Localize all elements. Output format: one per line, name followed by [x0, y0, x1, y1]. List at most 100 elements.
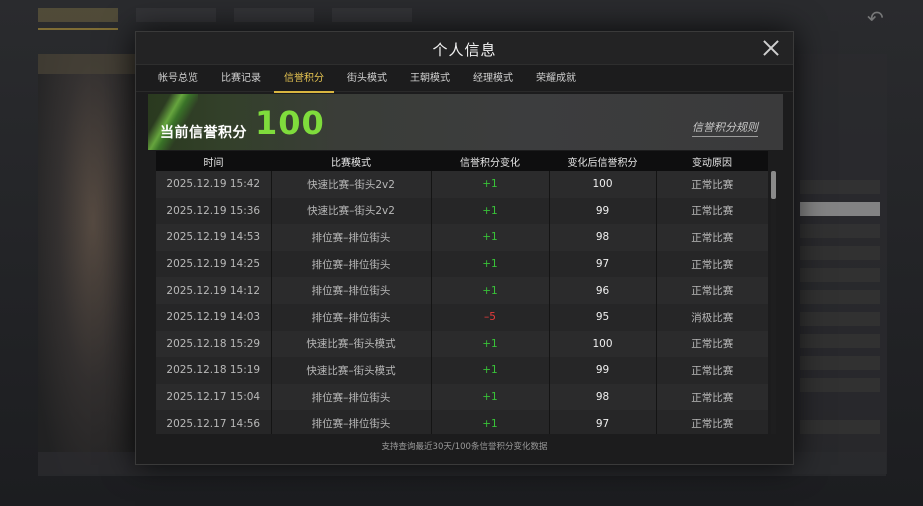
tab-account-overview[interactable]: 帐号总览	[148, 65, 208, 92]
table-row: 2025.12.18 15:19 快速比赛–街头模式 +1 99 正常比赛	[156, 357, 768, 384]
cell-after: 97	[549, 250, 657, 278]
cell-time: 2025.12.17 15:04	[156, 383, 272, 411]
cell-reason: 正常比赛	[656, 330, 768, 358]
cell-change: +1	[431, 171, 550, 198]
table-row: 2025.12.17 15:04 排位赛–排位街头 +1 98 正常比赛	[156, 383, 768, 411]
cell-after: 99	[549, 197, 657, 225]
background-right-row	[800, 224, 880, 238]
background-right-row	[800, 378, 880, 392]
cell-mode: 排位赛–排位街头	[271, 277, 432, 304]
credit-score-value: 100	[255, 104, 325, 142]
cell-after: 99	[549, 357, 657, 384]
cell-change: +1	[431, 277, 550, 304]
tab-honor-achievements[interactable]: 荣耀成就	[526, 65, 586, 92]
header-time: 时间	[156, 151, 271, 171]
cell-reason: 正常比赛	[656, 250, 768, 278]
background-right-row	[800, 312, 880, 326]
background-right-row	[800, 356, 880, 370]
cell-mode: 排位赛–排位街头	[271, 410, 432, 434]
cell-after: 98	[549, 224, 657, 251]
background-nav-tab	[332, 8, 412, 22]
cell-time: 2025.12.19 15:42	[156, 171, 272, 198]
cell-time: 2025.12.19 14:03	[156, 303, 272, 331]
credit-score-banner: 当前信誉积分 100 信誉积分规则	[148, 94, 783, 150]
background-card-tab	[38, 54, 148, 74]
cell-time: 2025.12.17 14:56	[156, 410, 272, 434]
cell-time: 2025.12.19 14:25	[156, 250, 272, 278]
cell-reason: 正常比赛	[656, 171, 768, 198]
modal-header: 个人信息	[136, 32, 793, 65]
table-row: 2025.12.19 15:36 快速比赛–街头2v2 +1 99 正常比赛	[156, 197, 768, 225]
table-row: 2025.12.19 15:42 快速比赛–街头2v2 +1 100 正常比赛	[156, 171, 768, 198]
background-nav-tab	[234, 8, 314, 22]
header-reason: 变动原因	[656, 151, 768, 171]
cell-mode: 快速比赛–街头2v2	[271, 171, 432, 198]
cell-reason: 正常比赛	[656, 383, 768, 411]
cell-change: +1	[431, 383, 550, 411]
cell-change: +1	[431, 410, 550, 434]
cell-time: 2025.12.19 14:53	[156, 224, 272, 251]
cell-change: +1	[431, 250, 550, 278]
credit-rules-link[interactable]: 信誉积分规则	[692, 119, 758, 137]
modal-tabs: 帐号总览 比赛记录 信誉积分 街头模式 王朝模式 经理模式 荣耀成就	[136, 65, 793, 93]
cell-time: 2025.12.19 15:36	[156, 197, 272, 225]
background-nav-underline	[38, 28, 118, 30]
table-row: 2025.12.18 15:29 快速比赛–街头模式 +1 100 正常比赛	[156, 330, 768, 358]
header-mode: 比赛模式	[271, 151, 431, 171]
modal-title: 个人信息	[432, 41, 497, 59]
cell-after: 97	[549, 410, 657, 434]
table-row: 2025.12.19 14:12 排位赛–排位街头 +1 96 正常比赛	[156, 277, 768, 304]
background-nav-tab	[136, 8, 216, 22]
table-row: 2025.12.17 14:56 排位赛–排位街头 +1 97 正常比赛	[156, 410, 768, 434]
cell-reason: 正常比赛	[656, 357, 768, 384]
cell-change: +1	[431, 330, 550, 358]
tab-dynasty-mode[interactable]: 王朝模式	[400, 65, 460, 92]
cell-change: –5	[431, 303, 550, 331]
back-arrow-icon: ↶	[867, 6, 884, 30]
credit-score-label: 当前信誉积分	[160, 125, 247, 141]
cell-after: 100	[549, 171, 657, 198]
cell-reason: 正常比赛	[656, 197, 768, 225]
tab-match-records[interactable]: 比赛记录	[211, 65, 271, 92]
cell-mode: 排位赛–排位街头	[271, 303, 432, 331]
credit-content: 当前信誉积分 100 信誉积分规则 时间 比赛模式 信誉积分变化 变化后信誉积分…	[148, 94, 783, 434]
cell-mode: 快速比赛–街头模式	[271, 330, 432, 358]
tab-street-mode[interactable]: 街头模式	[337, 65, 397, 92]
header-change: 信誉积分变化	[431, 151, 549, 171]
cell-reason: 消极比赛	[656, 303, 768, 331]
cell-reason: 正常比赛	[656, 224, 768, 251]
background-right-row	[800, 202, 880, 216]
background-right-panel	[792, 54, 887, 474]
credit-history-table: 时间 比赛模式 信誉积分变化 变化后信誉积分 变动原因 2025.12.19 1…	[156, 151, 776, 434]
table-row: 2025.12.19 14:25 排位赛–排位街头 +1 97 正常比赛	[156, 250, 768, 278]
cell-time: 2025.12.19 14:12	[156, 277, 272, 304]
background-right-row	[800, 268, 880, 282]
background-right-row	[800, 180, 880, 194]
footer-note: 支持查询最近30天/100条信誉积分变化数据	[381, 442, 548, 452]
background-player-card	[38, 54, 148, 474]
table-row: 2025.12.19 14:03 排位赛–排位街头 –5 95 消极比赛	[156, 303, 768, 331]
background-right-row	[800, 334, 880, 348]
cell-time: 2025.12.18 15:19	[156, 357, 272, 384]
cell-mode: 快速比赛–街头模式	[271, 357, 432, 384]
cell-after: 96	[549, 277, 657, 304]
background-right-row	[800, 290, 880, 304]
tab-credit-score[interactable]: 信誉积分	[274, 65, 334, 93]
cell-mode: 快速比赛–街头2v2	[271, 197, 432, 225]
scrollbar-thumb[interactable]	[771, 171, 776, 199]
background-nav-tab	[38, 8, 118, 22]
cell-time: 2025.12.18 15:29	[156, 330, 272, 358]
credit-table: 时间 比赛模式 信誉积分变化 变化后信誉积分 变动原因 2025.12.19 1…	[156, 151, 768, 434]
background-right-row	[800, 246, 880, 260]
cell-after: 100	[549, 330, 657, 358]
cell-after: 98	[549, 383, 657, 411]
cell-change: +1	[431, 224, 550, 251]
background-right-row	[800, 420, 880, 434]
tab-manager-mode[interactable]: 经理模式	[463, 65, 523, 92]
cell-reason: 正常比赛	[656, 277, 768, 304]
close-icon[interactable]	[761, 38, 781, 58]
cell-mode: 排位赛–排位街头	[271, 224, 432, 251]
background-top-nav	[38, 8, 412, 30]
cell-mode: 排位赛–排位街头	[271, 383, 432, 411]
table-scrollbar[interactable]	[771, 171, 776, 434]
